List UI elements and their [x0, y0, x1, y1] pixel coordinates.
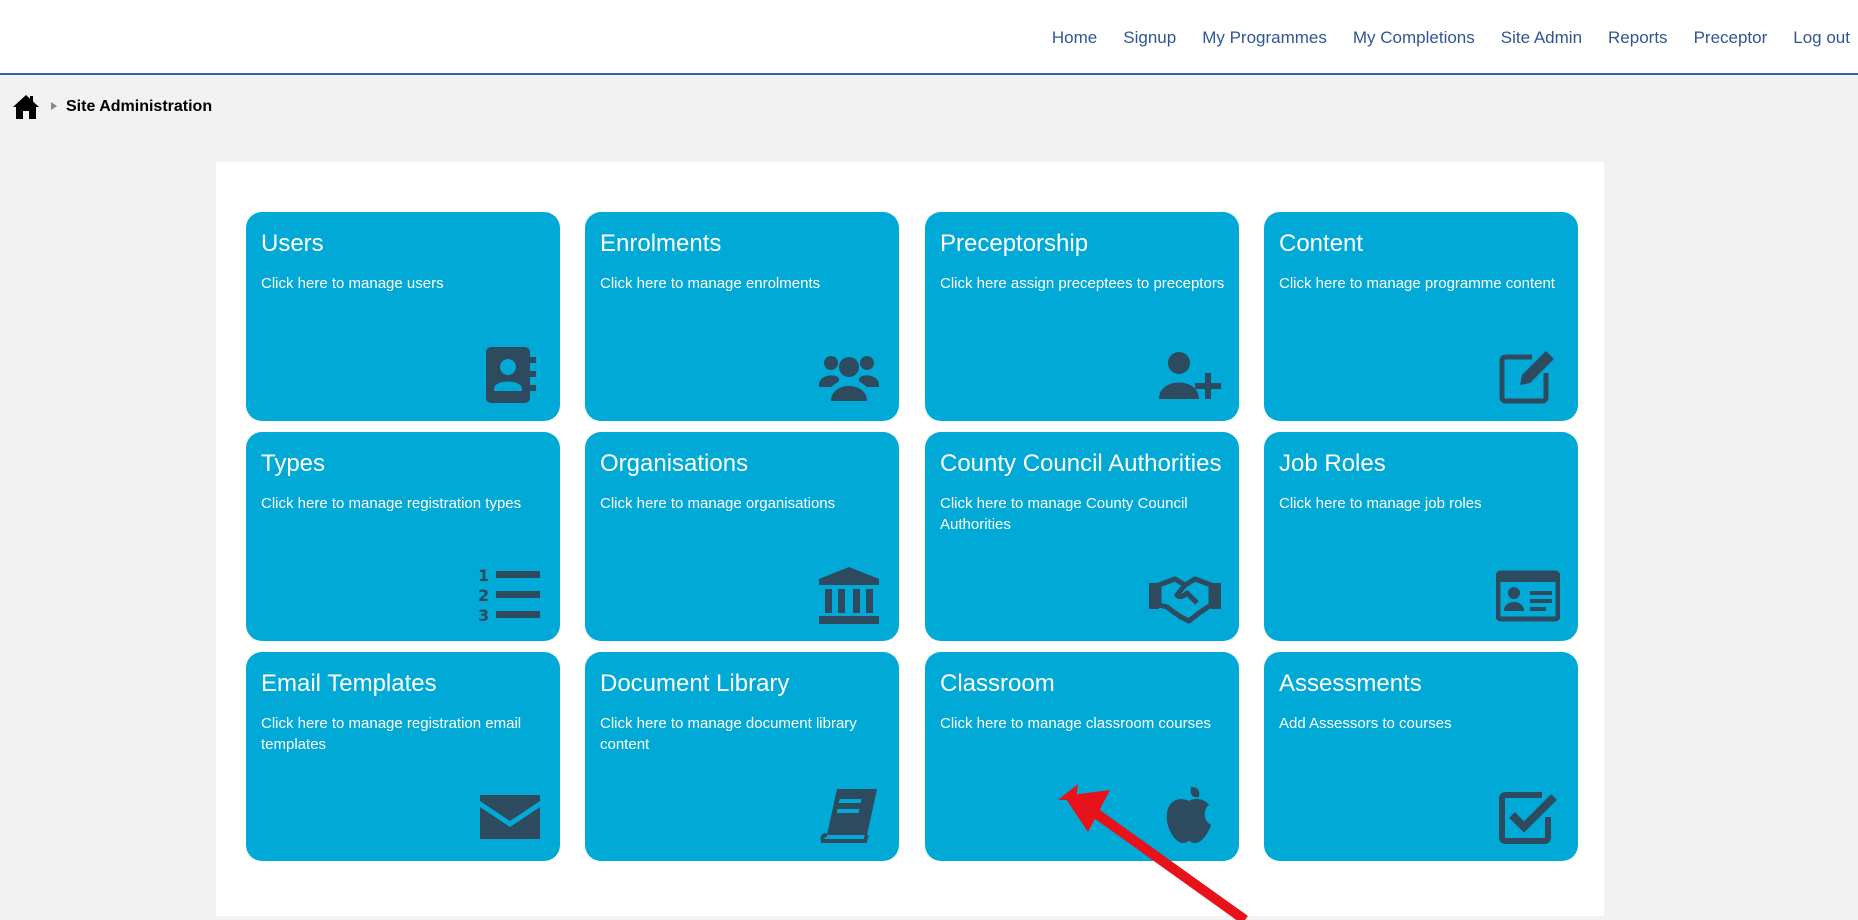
tile-county-council-authorities[interactable]: County Council Authorities Click here to…: [925, 432, 1239, 641]
edit-icon: [1496, 343, 1560, 407]
caret-right-icon: [50, 98, 58, 116]
tile-description: Click here to manage County Council Auth…: [940, 495, 1188, 533]
tile-job-roles[interactable]: Job Roles Click here to manage job roles: [1264, 432, 1578, 641]
book-icon: [817, 783, 881, 847]
handshake-icon: [1149, 563, 1221, 627]
home-icon[interactable]: [12, 94, 40, 120]
tile-title: Job Roles: [1279, 450, 1386, 477]
tile-description: Click here assign preceptees to precepto…: [940, 275, 1225, 292]
id-card-icon: [1495, 563, 1561, 627]
tile-description: Click here to manage programme content: [1279, 275, 1555, 292]
tile-title: Preceptorship: [940, 230, 1089, 257]
tile-title: Users: [261, 230, 324, 257]
tile-users[interactable]: Users Click here to manage users: [246, 212, 560, 421]
check-square-icon: [1496, 783, 1560, 847]
tile-description: Click here to manage classroom courses: [940, 715, 1211, 732]
svg-text:1: 1: [478, 566, 489, 585]
tile-title: Classroom: [940, 670, 1055, 697]
nav-reports-link[interactable]: Reports: [1608, 28, 1668, 48]
nav-signup-link[interactable]: Signup: [1123, 28, 1176, 48]
tile-description: Click here to manage job roles: [1279, 495, 1482, 512]
tile-title: Content: [1279, 230, 1364, 257]
nav-site-admin-link[interactable]: Site Admin: [1501, 28, 1582, 48]
list-ol-icon: 1 2 3: [478, 563, 542, 627]
users-icon: [817, 343, 881, 407]
nav-my-completions-link[interactable]: My Completions: [1353, 28, 1475, 48]
breadcrumb-current: Site Administration: [66, 98, 213, 115]
nav-preceptor-link[interactable]: Preceptor: [1694, 28, 1768, 48]
address-book-icon: [478, 343, 542, 407]
annotation-arrow: [1058, 784, 1248, 920]
tile-description: Click here to manage users: [261, 275, 444, 292]
tile-email-templates[interactable]: Email Templates Click here to manage reg…: [246, 652, 560, 861]
nav-home-link[interactable]: Home: [1052, 28, 1097, 48]
tile-types[interactable]: Types Click here to manage registration …: [246, 432, 560, 641]
tile-document-library[interactable]: Document Library Click here to manage do…: [585, 652, 899, 861]
university-icon: [817, 563, 881, 627]
tile-enrolments[interactable]: Enrolments Click here to manage enrolmen…: [585, 212, 899, 421]
nav-my-programmes-link[interactable]: My Programmes: [1202, 28, 1327, 48]
tile-title: Types: [261, 450, 326, 477]
tile-title: County Council Authorities: [940, 450, 1222, 477]
tile-description: Click here to manage registration email …: [261, 715, 522, 753]
main-nav: Home Signup My Programmes My Completions…: [1026, 28, 1850, 48]
tile-description: Add Assessors to courses: [1279, 715, 1452, 732]
nav-logout-link[interactable]: Log out: [1793, 28, 1850, 48]
tile-description: Click here to manage registration types: [261, 495, 522, 512]
tile-title: Email Templates: [261, 670, 437, 697]
top-navbar: Home Signup My Programmes My Completions…: [0, 0, 1858, 75]
tile-description: Click here to manage enrolments: [600, 275, 821, 292]
tile-title: Organisations: [600, 450, 749, 477]
admin-panel: Users Click here to manage users Enrolme…: [216, 162, 1604, 916]
tile-content[interactable]: Content Click here to manage programme c…: [1264, 212, 1578, 421]
envelope-icon: [478, 783, 542, 847]
svg-text:2: 2: [478, 586, 489, 605]
tile-title: Document Library: [600, 670, 790, 697]
breadcrumb: Site Administration: [12, 94, 212, 120]
tile-description: Click here to manage document library co…: [600, 715, 857, 753]
tile-organisations[interactable]: Organisations Click here to manage organ…: [585, 432, 899, 641]
tile-assessments[interactable]: Assessments Add Assessors to courses: [1264, 652, 1578, 861]
user-plus-icon: [1157, 343, 1221, 407]
tile-preceptorship[interactable]: Preceptorship Click here assign precepte…: [925, 212, 1239, 421]
tile-description: Click here to manage organisations: [600, 495, 836, 512]
tile-title: Assessments: [1279, 670, 1422, 697]
tile-title: Enrolments: [600, 230, 722, 257]
svg-text:3: 3: [478, 606, 489, 625]
